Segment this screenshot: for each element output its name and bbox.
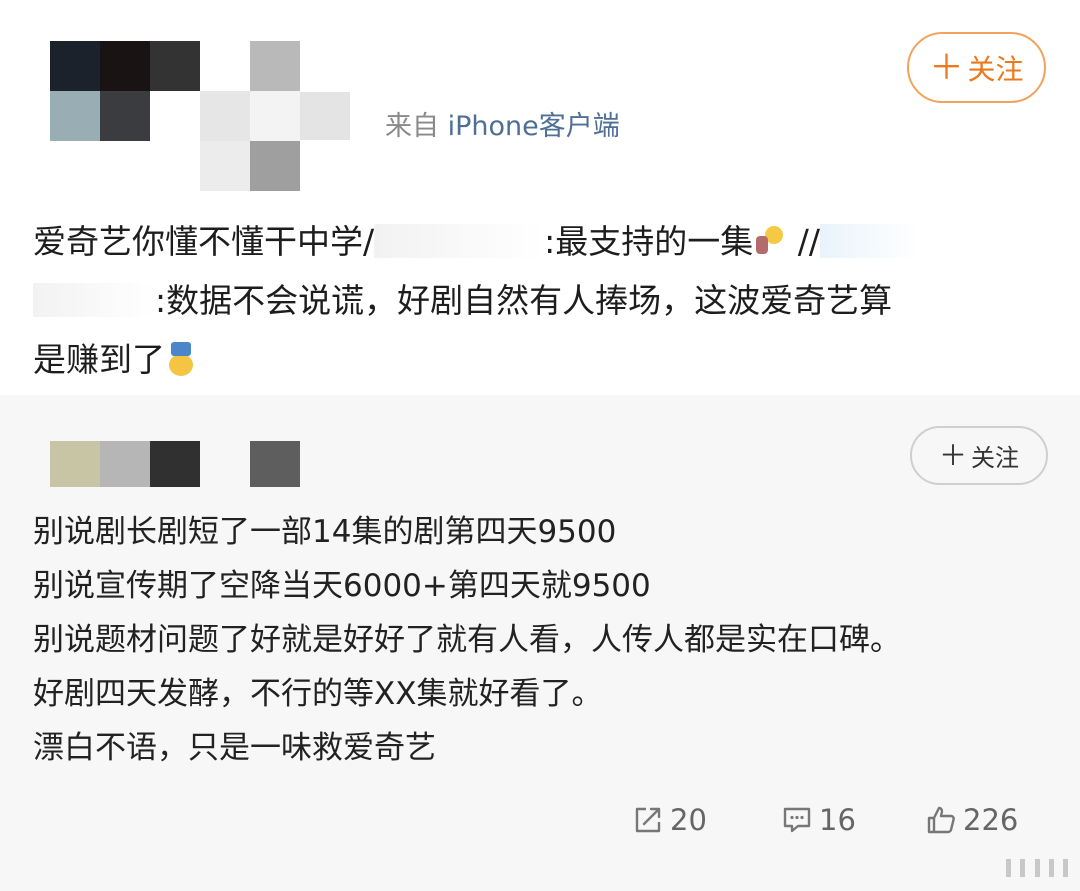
comment-count: 16 <box>819 803 856 837</box>
like-button[interactable]: 226 <box>925 795 1018 845</box>
post-line: :数据不会说谎，好剧自然有人捧场，这波爱奇艺算 <box>33 271 1043 330</box>
comment-icon <box>783 807 811 833</box>
repost-line: 好剧四天发酵，不行的等XX集就好看了。 <box>33 676 603 712</box>
repost-button[interactable]: 20 <box>632 795 707 845</box>
repost-icon <box>635 807 661 833</box>
emoji-bulb-icon <box>753 224 787 258</box>
repost-line: 别说题材问题了好就是好好了就有人看，人传人都是实在口碑。 <box>33 622 901 658</box>
emoji-face-icon <box>165 342 199 376</box>
reposted-card[interactable]: ＋ 关注 别说剧长剧短了一部14集的剧第四天9500 别说宣传期了空降当天600… <box>0 395 1080 891</box>
plus-icon: ＋ <box>929 47 964 88</box>
like-count: 226 <box>963 803 1019 837</box>
avatar[interactable] <box>50 41 300 191</box>
repost-text: 别说剧长剧短了一部14集的剧第四天9500 别说宣传期了空降当天6000+第四天… <box>33 505 1053 775</box>
source-prefix: 来自 <box>385 111 439 142</box>
post-line: 是赚到了 <box>33 330 1043 389</box>
follow-label: 关注 <box>967 52 1024 86</box>
post-line: 爱奇艺你懂不懂干中学/:最支持的一集 // <box>33 212 1043 271</box>
plus-icon: ＋ <box>938 438 967 472</box>
repost-line: 别说宣传期了空降当天6000+第四天就9500 <box>33 568 651 604</box>
main-post: 来自 iPhone客户端 ＋ 关注 爱奇艺你懂不懂干中学/:最支持的一集 // … <box>0 0 1080 395</box>
username-mention-mask[interactable] <box>374 224 545 258</box>
follow-button[interactable]: ＋ 关注 <box>907 32 1046 103</box>
username-mention-mask[interactable] <box>819 224 920 258</box>
source-app: iPhone客户端 <box>447 111 620 142</box>
comment-button[interactable]: 16 <box>781 795 856 845</box>
username-mosaic <box>300 92 350 140</box>
follow-label: 关注 <box>971 444 1019 472</box>
action-bar: 20 16 226 <box>0 795 1080 845</box>
like-icon <box>927 806 955 834</box>
repost-line: 漂白不语，只是一味救爱奇艺 <box>33 730 436 766</box>
repost-author-mosaic[interactable] <box>50 441 300 487</box>
weibo-post-screen: 来自 iPhone客户端 ＋ 关注 爱奇艺你懂不懂干中学/:最支持的一集 // … <box>0 0 1080 891</box>
username-mention-mask[interactable] <box>33 283 155 317</box>
repost-line: 别说剧长剧短了一部14集的剧第四天9500 <box>33 514 617 550</box>
post-source: 来自 iPhone客户端 <box>385 104 620 143</box>
repost-count: 20 <box>670 803 707 837</box>
more-indicator <box>1006 857 1068 877</box>
post-text: 爱奇艺你懂不懂干中学/:最支持的一集 // :数据不会说谎，好剧自然有人捧场，这… <box>33 212 1043 389</box>
repost-follow-button[interactable]: ＋ 关注 <box>910 426 1048 485</box>
